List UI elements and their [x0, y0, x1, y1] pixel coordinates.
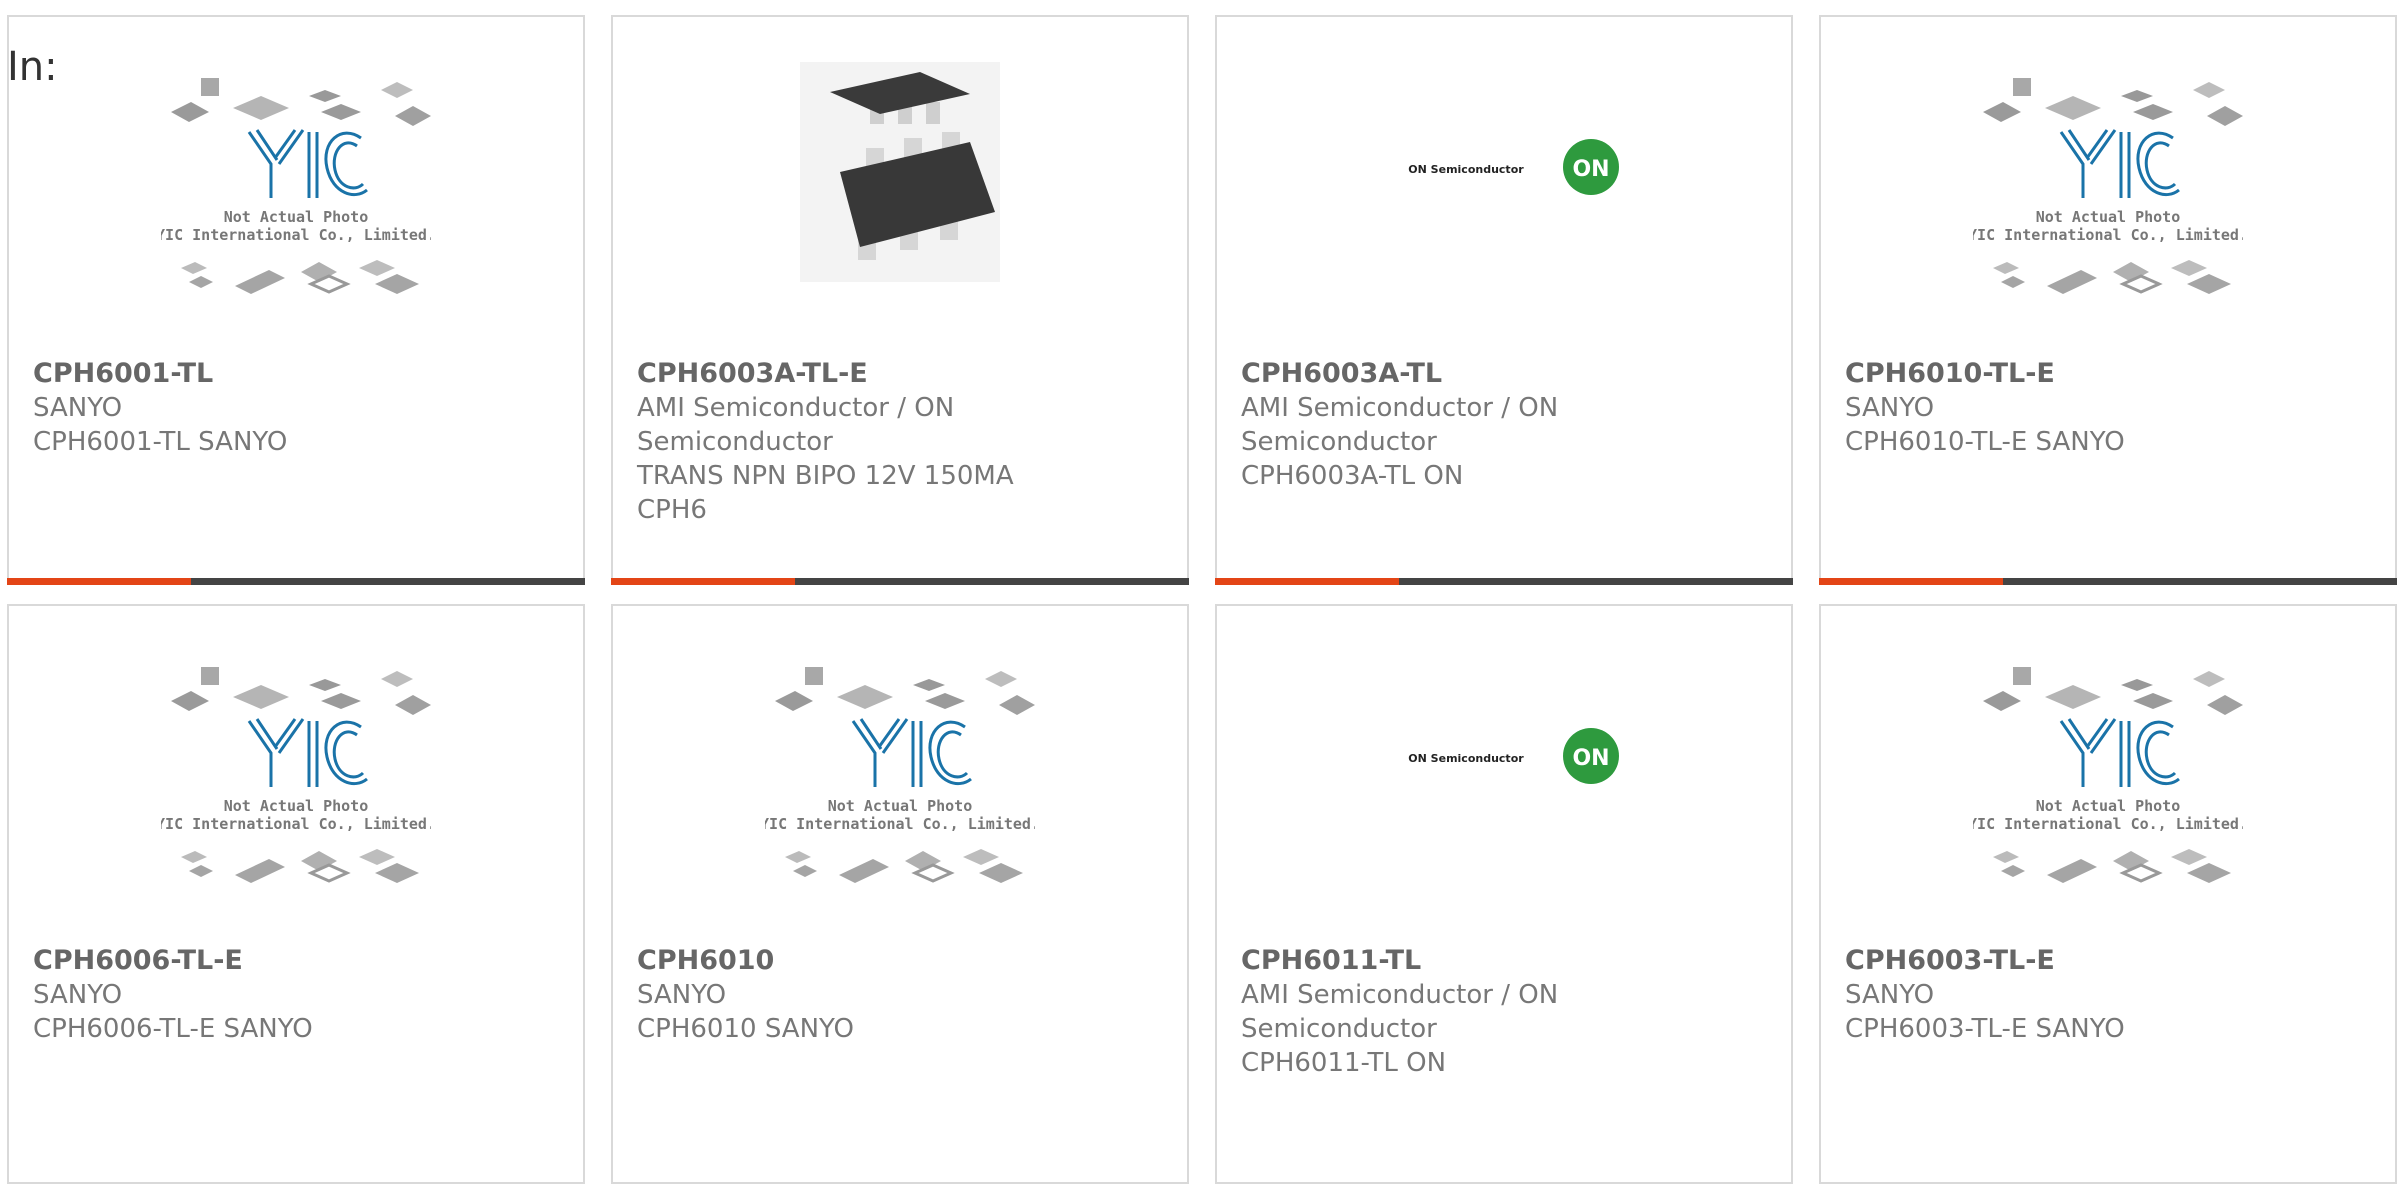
- svg-text:Not Actual Photo: Not Actual Photo: [224, 208, 369, 226]
- on-semi-logo: ON Semiconductor ON: [1408, 139, 1619, 195]
- yic-placeholder-image: Not Actual Photo YIC International Co., …: [161, 78, 431, 294]
- part-number[interactable]: CPH6011-TL: [1241, 944, 1767, 978]
- product-image[interactable]: Not Actual Photo YIC International Co., …: [9, 606, 583, 906]
- manufacturer: SANYO: [1845, 980, 1935, 1010]
- yic-placeholder-image: Not Actual Photo YIC International Co., …: [1973, 667, 2243, 883]
- product-info: CPH6010 SANYO CPH6010 SANYO: [637, 944, 1163, 1046]
- card-bottom-bar: [611, 578, 1189, 585]
- manufacturer: SANYO: [33, 393, 123, 423]
- part-number[interactable]: CPH6006-TL-E: [33, 944, 559, 978]
- description: CPH6: [637, 495, 707, 525]
- yic-placeholder-image: Not Actual Photo YIC International Co., …: [765, 667, 1035, 883]
- product-image[interactable]: Not Actual Photo YIC International Co., …: [9, 17, 583, 317]
- manufacturer: Semiconductor: [637, 427, 833, 457]
- manufacturer: AMI Semiconductor / ON: [1241, 393, 1559, 423]
- product-image[interactable]: [613, 17, 1187, 317]
- product-image[interactable]: ON Semiconductor ON: [1217, 606, 1791, 906]
- manufacturer: Semiconductor: [1241, 427, 1437, 457]
- product-card[interactable]: Not Actual Photo YIC International Co., …: [1819, 15, 2397, 585]
- product-info: CPH6010-TL-E SANYO CPH6010-TL-E SANYO: [1845, 357, 2371, 459]
- product-info: CPH6011-TL AMI Semiconductor / ON Semicond…: [1241, 944, 1767, 1080]
- product-card[interactable]: Not Actual Photo YIC International Co., …: [1819, 604, 2397, 1184]
- description: CPH6010 SANYO: [637, 1014, 854, 1044]
- product-image[interactable]: Not Actual Photo YIC International Co., …: [1821, 606, 2395, 906]
- manufacturer: SANYO: [637, 980, 727, 1010]
- svg-text:YIC International Co., Limited: YIC International Co., Limited.: [1973, 226, 2243, 244]
- svg-text:ON Semiconductor: ON Semiconductor: [1408, 163, 1524, 176]
- card-bottom-bar: [1819, 578, 2397, 585]
- svg-text:ON: ON: [1572, 157, 1609, 182]
- product-card[interactable]: Not Actual Photo YIC International Co., …: [7, 604, 585, 1184]
- product-info: CPH6003A-TL-E AMI Semiconductor / ON Semic…: [637, 357, 1163, 527]
- svg-text:Not Actual Photo: Not Actual Photo: [224, 797, 369, 815]
- product-info: CPH6003-TL-E SANYO CPH6003-TL-E SANYO: [1845, 944, 2371, 1046]
- product-image[interactable]: ON Semiconductor ON: [1217, 17, 1791, 317]
- product-card[interactable]: Not Actual Photo YIC International Co., …: [611, 604, 1189, 1184]
- manufacturer: Semiconductor: [1241, 1014, 1437, 1044]
- part-number[interactable]: CPH6001-TL: [33, 357, 559, 391]
- card-bottom-bar-accent: [1215, 578, 1399, 585]
- svg-text:Not Actual Photo: Not Actual Photo: [2036, 208, 2181, 226]
- manufacturer: AMI Semiconductor / ON: [637, 393, 955, 423]
- part-number[interactable]: CPH6010: [637, 944, 1163, 978]
- svg-text:Not Actual Photo: Not Actual Photo: [2036, 797, 2181, 815]
- description: CPH6003A-TL ON: [1241, 461, 1464, 491]
- svg-text:YIC International Co., Limited: YIC International Co., Limited.: [765, 815, 1035, 833]
- svg-text:ON: ON: [1572, 746, 1609, 771]
- product-card[interactable]: ON Semiconductor ON CPH6003A-TL AMI Semic…: [1215, 15, 1793, 585]
- part-number[interactable]: CPH6003A-TL: [1241, 357, 1767, 391]
- part-number[interactable]: CPH6003A-TL-E: [637, 357, 1163, 391]
- product-info: CPH6003A-TL AMI Semiconductor / ON Semicon…: [1241, 357, 1767, 493]
- part-number[interactable]: CPH6010-TL-E: [1845, 357, 2371, 391]
- svg-text:ON Semiconductor: ON Semiconductor: [1408, 752, 1524, 765]
- in-label: In:: [7, 44, 58, 90]
- card-bottom-bar-accent: [7, 578, 191, 585]
- yic-placeholder-image: Not Actual Photo YIC International Co., …: [1973, 78, 2243, 294]
- part-number[interactable]: CPH6003-TL-E: [1845, 944, 2371, 978]
- on-semi-logo: ON Semiconductor ON: [1408, 728, 1619, 784]
- svg-text:YIC International Co., Limited: YIC International Co., Limited.: [161, 815, 431, 833]
- chip-photo: [800, 62, 1000, 282]
- product-info: CPH6001-TL SANYO CPH6001-TL SANYO: [33, 357, 559, 459]
- product-image[interactable]: Not Actual Photo YIC International Co., …: [613, 606, 1187, 906]
- product-card[interactable]: CPH6003A-TL-E AMI Semiconductor / ON Semic…: [611, 15, 1189, 585]
- description: CPH6011-TL ON: [1241, 1048, 1447, 1078]
- description: CPH6003-TL-E SANYO: [1845, 1014, 2125, 1044]
- svg-text:YIC International Co., Limited: YIC International Co., Limited.: [161, 226, 431, 244]
- svg-text:YIC International Co., Limited: YIC International Co., Limited.: [1973, 815, 2243, 833]
- manufacturer: AMI Semiconductor / ON: [1241, 980, 1559, 1010]
- product-card[interactable]: ON Semiconductor ON CPH6011-TL AMI Semico…: [1215, 604, 1793, 1184]
- yic-placeholder-image: Not Actual Photo YIC International Co., …: [161, 667, 431, 883]
- description: CPH6010-TL-E SANYO: [1845, 427, 2125, 457]
- description: CPH6006-TL-E SANYO: [33, 1014, 313, 1044]
- product-image[interactable]: Not Actual Photo YIC International Co., …: [1821, 17, 2395, 317]
- description: TRANS NPN BIPO 12V 150MA: [637, 461, 1014, 491]
- manufacturer: SANYO: [33, 980, 123, 1010]
- manufacturer: SANYO: [1845, 393, 1935, 423]
- card-bottom-bar: [1215, 578, 1793, 585]
- description: CPH6001-TL SANYO: [33, 427, 288, 457]
- product-info: CPH6006-TL-E SANYO CPH6006-TL-E SANYO: [33, 944, 559, 1046]
- product-card[interactable]: Not Actual Photo YIC International Co., …: [7, 15, 585, 585]
- svg-text:Not Actual Photo: Not Actual Photo: [828, 797, 973, 815]
- card-bottom-bar-accent: [1819, 578, 2003, 585]
- card-bottom-bar-accent: [611, 578, 795, 585]
- card-bottom-bar: [7, 578, 585, 585]
